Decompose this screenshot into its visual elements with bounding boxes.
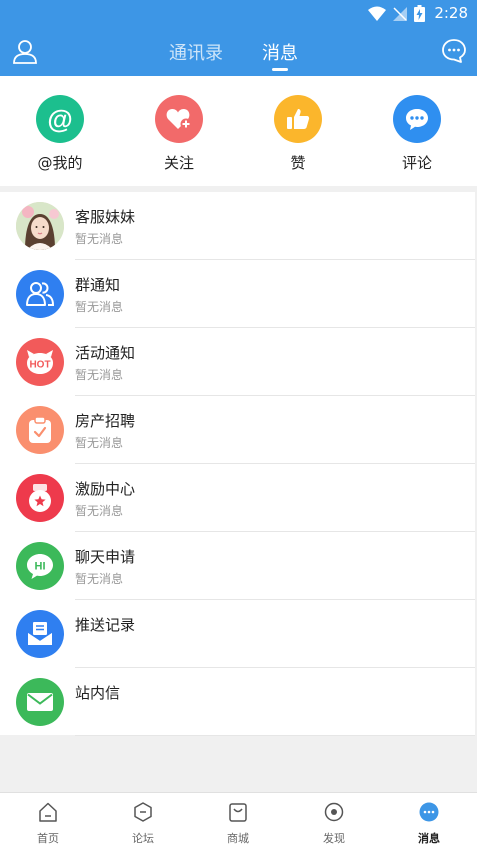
quick-action-label: 赞 — [290, 154, 306, 172]
mail-document-icon — [16, 610, 64, 658]
nav-label: 发现 — [323, 832, 345, 845]
shopping-bag-icon — [229, 803, 247, 822]
user-profile-icon[interactable] — [12, 38, 38, 64]
medal-icon — [16, 474, 64, 522]
message-icon — [419, 802, 439, 822]
hot-icon: HOT — [16, 338, 64, 386]
nav-label: 论坛 — [132, 832, 154, 845]
clipboard-check-icon — [16, 406, 64, 454]
quick-action-follow[interactable]: 关注 — [139, 95, 219, 173]
nav-label: 商城 — [227, 832, 249, 845]
status-icons — [368, 5, 425, 22]
comment-bubble-icon — [393, 95, 441, 143]
nav-discover[interactable]: 发现 — [294, 801, 374, 846]
bottom-nav: 首页 论坛 商城 发现 消息 — [0, 792, 477, 848]
list-item-chat-request[interactable]: HI 聊天申请 暂无消息 — [0, 532, 475, 600]
wifi-icon — [368, 6, 386, 21]
nav-forum[interactable]: 论坛 — [103, 801, 183, 846]
list-item-subtitle: 暂无消息 — [75, 572, 124, 586]
tab-messages[interactable]: 消息 — [262, 39, 298, 65]
status-time: 2:28 — [434, 4, 468, 22]
nav-home[interactable]: 首页 — [8, 801, 88, 846]
quick-action-mentions[interactable]: @ @我的 — [20, 95, 100, 173]
list-item-title: 客服妹妹 — [75, 208, 136, 226]
list-item-subtitle: 暂无消息 — [75, 300, 124, 314]
list-item-subtitle: 暂无消息 — [75, 504, 124, 518]
service-girl-avatar — [16, 202, 64, 250]
active-tab-indicator — [272, 68, 288, 71]
list-item-push-history[interactable]: 推送记录 — [0, 600, 475, 668]
list-item-activity-notice[interactable]: HOT 活动通知 暂无消息 — [0, 328, 475, 396]
quick-action-label: @我的 — [37, 154, 83, 172]
tab-contacts[interactable]: 通讯录 — [169, 39, 223, 65]
list-item-title: 站内信 — [75, 684, 121, 702]
divider — [75, 735, 475, 736]
heart-plus-icon — [155, 95, 203, 143]
list-item-customer-service[interactable]: 客服妹妹 暂无消息 — [0, 192, 475, 260]
message-list: 客服妹妹 暂无消息 群通知 暂无消息 HOT 活动通知 暂无消息 房产招聘 暂无… — [0, 192, 475, 736]
quick-action-comments[interactable]: 评论 — [377, 95, 457, 173]
no-signal-icon — [393, 6, 407, 21]
status-bar: 2:28 — [0, 0, 477, 28]
list-item-title: 房产招聘 — [75, 412, 136, 430]
quick-actions: @ @我的 关注 赞 评论 — [0, 76, 477, 186]
list-item-title: 活动通知 — [75, 344, 136, 362]
thumbs-up-icon — [274, 95, 322, 143]
list-item-title: 激励中心 — [75, 480, 136, 498]
nav-messages[interactable]: 消息 — [389, 801, 469, 846]
list-item-title: 聊天申请 — [75, 548, 136, 566]
nav-label: 首页 — [37, 832, 59, 845]
quick-action-likes[interactable]: 赞 — [258, 95, 338, 173]
list-item-group-notice[interactable]: 群通知 暂无消息 — [0, 260, 475, 328]
hi-label: HI — [35, 561, 46, 573]
chat-bubble-icon[interactable] — [441, 38, 467, 64]
quick-action-label: 评论 — [401, 154, 432, 172]
battery-charging-icon — [414, 5, 425, 22]
forum-icon — [134, 802, 152, 822]
list-item-real-estate-jobs[interactable]: 房产招聘 暂无消息 — [0, 396, 475, 464]
list-item-site-mail[interactable]: 站内信 — [0, 668, 475, 736]
envelope-icon — [16, 678, 64, 726]
quick-action-label: 关注 — [163, 154, 194, 172]
group-icon — [16, 270, 64, 318]
home-icon — [39, 802, 57, 822]
hi-chat-icon: HI — [16, 542, 64, 590]
nav-mall[interactable]: 商城 — [198, 801, 278, 846]
list-item-subtitle: 暂无消息 — [75, 232, 124, 246]
list-item-title: 群通知 — [75, 276, 121, 294]
at-icon: @ — [36, 95, 84, 143]
hot-label: HOT — [29, 360, 50, 371]
top-bar: 通讯录 消息 — [0, 28, 477, 76]
list-item-title: 推送记录 — [75, 616, 136, 634]
discover-icon — [324, 802, 344, 822]
nav-label: 消息 — [418, 832, 440, 845]
list-item-subtitle: 暂无消息 — [75, 368, 124, 382]
list-item-subtitle: 暂无消息 — [75, 436, 124, 450]
list-item-incentive-center[interactable]: 激励中心 暂无消息 — [0, 464, 475, 532]
